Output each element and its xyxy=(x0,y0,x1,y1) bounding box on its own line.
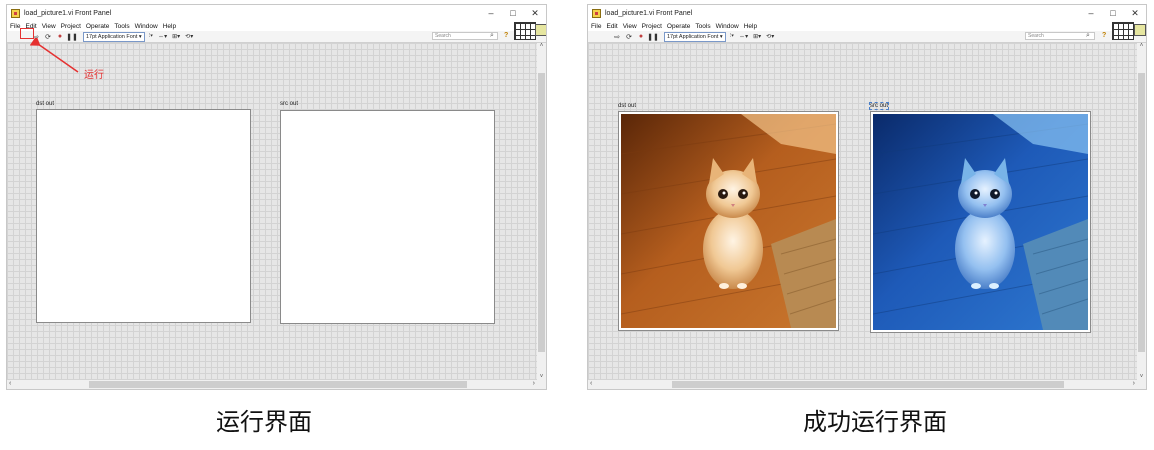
menu-project[interactable]: Project xyxy=(642,23,662,30)
maximize-button[interactable]: □ xyxy=(1102,8,1124,19)
src-out-label: src out xyxy=(280,101,299,107)
context-help-icon[interactable]: ? xyxy=(504,32,508,39)
search-input[interactable]: Search xyxy=(1025,32,1095,40)
abort-icon[interactable]: ● xyxy=(636,32,646,41)
vi-icon[interactable] xyxy=(535,24,546,36)
src-out-picture[interactable] xyxy=(280,110,495,324)
run-annotation-label: 运行 xyxy=(84,70,104,81)
front-panel-grid: dst out src out xyxy=(7,43,537,380)
search-input[interactable]: Search xyxy=(432,32,498,40)
distribute-objects-icon[interactable]: ⇔▾ xyxy=(158,33,167,40)
horizontal-scrollbar[interactable]: ‹ › xyxy=(588,380,1137,389)
menu-bar: File Edit View Project Operate Tools Win… xyxy=(7,21,546,31)
caption-before-run: 运行界面 xyxy=(216,408,312,436)
labview-vi-icon xyxy=(11,8,20,18)
align-objects-icon[interactable]: ⫶▾ xyxy=(149,33,153,40)
search-icon[interactable]: ⌕ xyxy=(490,32,494,40)
search-icon[interactable]: ⌕ xyxy=(1086,32,1090,40)
connector-pane-icon[interactable] xyxy=(514,22,536,40)
scroll-right-icon[interactable]: › xyxy=(533,380,535,387)
connector-pane-icon[interactable] xyxy=(1112,22,1134,40)
toolbar: ⇨ ⟳ ● ❚❚ 17pt Application Font ▾ ⫶▾ ⇔▾ ⊞… xyxy=(588,22,1146,43)
vertical-scrollbar[interactable]: ˄ ˅ xyxy=(1137,43,1146,380)
scroll-right-icon[interactable]: › xyxy=(1133,380,1135,387)
scroll-left-icon[interactable]: ‹ xyxy=(9,380,11,387)
close-button[interactable]: ✕ xyxy=(1124,8,1146,19)
menu-edit[interactable]: Edit xyxy=(606,23,617,30)
close-button[interactable]: ✕ xyxy=(524,8,546,19)
menu-file[interactable]: File xyxy=(10,23,20,30)
menu-window[interactable]: Window xyxy=(135,23,158,30)
cat-photo-warm-image xyxy=(621,114,836,328)
reorder-icon[interactable]: ⟲▾ xyxy=(185,33,193,40)
window-title: load_picture1.vi Front Panel xyxy=(24,9,112,17)
run-arrow-icon[interactable]: ⇨ xyxy=(612,32,622,41)
caption-after-run: 成功运行界面 xyxy=(803,408,947,436)
context-help-icon[interactable]: ? xyxy=(1102,32,1106,39)
src-out-picture[interactable] xyxy=(870,111,1091,333)
font-select[interactable]: 17pt Application Font ▾ xyxy=(83,31,145,42)
minimize-button[interactable]: – xyxy=(1080,8,1102,19)
menu-tools[interactable]: Tools xyxy=(695,23,710,30)
resize-objects-icon[interactable]: ⊞▾ xyxy=(172,33,180,40)
scroll-down-icon[interactable]: ˅ xyxy=(1137,374,1146,380)
minimize-button[interactable]: – xyxy=(480,8,502,19)
scroll-left-icon[interactable]: ‹ xyxy=(590,380,592,387)
dst-out-picture[interactable] xyxy=(618,111,839,331)
font-select-label: 17pt Application Font xyxy=(86,33,138,40)
title-bar: load_picture1.vi Front Panel – □ ✕ xyxy=(588,5,1146,21)
horizontal-scroll-thumb[interactable] xyxy=(672,381,1064,388)
menu-help[interactable]: Help xyxy=(163,23,176,30)
vertical-scrollbar[interactable]: ˄ ˅ xyxy=(537,43,546,380)
annotation-arrow-icon xyxy=(30,38,79,73)
scroll-down-icon[interactable]: ˅ xyxy=(537,374,546,380)
vertical-scroll-thumb[interactable] xyxy=(538,73,545,352)
src-out-label[interactable]: src out xyxy=(868,102,890,110)
align-objects-icon[interactable]: ⫶▾ xyxy=(730,33,734,40)
menu-operate[interactable]: Operate xyxy=(667,23,691,30)
menu-view[interactable]: View xyxy=(42,23,56,30)
menu-bar: File Edit View Project Operate Tools Win… xyxy=(588,21,1146,31)
menu-window[interactable]: Window xyxy=(716,23,739,30)
scroll-up-icon[interactable]: ˄ xyxy=(1137,43,1146,49)
pause-icon[interactable]: ❚❚ xyxy=(647,32,659,41)
cat-photo-processed xyxy=(873,114,1088,330)
font-select[interactable]: 17pt Application Font ▾ xyxy=(664,31,726,42)
labview-vi-icon xyxy=(592,8,601,18)
maximize-button[interactable]: □ xyxy=(502,8,524,19)
menu-help[interactable]: Help xyxy=(744,23,757,30)
font-select-label: 17pt Application Font xyxy=(667,33,719,40)
title-bar: load_picture1.vi Front Panel – □ ✕ xyxy=(7,5,546,21)
front-panel-window-after: load_picture1.vi Front Panel – □ ✕ File … xyxy=(587,4,1147,390)
distribute-objects-icon[interactable]: ⇔▾ xyxy=(739,33,748,40)
front-panel-grid: dst out src out xyxy=(588,43,1137,380)
vertical-scroll-thumb[interactable] xyxy=(1138,73,1145,352)
horizontal-scroll-thumb[interactable] xyxy=(89,381,467,388)
menu-operate[interactable]: Operate xyxy=(86,23,110,30)
menu-project[interactable]: Project xyxy=(61,23,81,30)
dst-out-label: dst out xyxy=(36,101,55,107)
cat-photo-original xyxy=(621,114,836,328)
scroll-up-icon[interactable]: ˄ xyxy=(537,43,546,49)
vi-icon[interactable] xyxy=(1134,24,1146,36)
reorder-icon[interactable]: ⟲▾ xyxy=(766,33,774,40)
menu-tools[interactable]: Tools xyxy=(114,23,129,30)
window-title: load_picture1.vi Front Panel xyxy=(605,9,693,17)
dst-out-picture[interactable] xyxy=(36,109,251,323)
cat-photo-blue-image xyxy=(873,114,1088,330)
resize-objects-icon[interactable]: ⊞▾ xyxy=(753,33,761,40)
dst-out-label: dst out xyxy=(618,103,637,109)
run-continuously-icon[interactable]: ⟳ xyxy=(624,32,634,41)
menu-view[interactable]: View xyxy=(623,23,637,30)
menu-file[interactable]: File xyxy=(591,23,601,30)
horizontal-scrollbar[interactable]: ‹ › xyxy=(7,380,537,389)
